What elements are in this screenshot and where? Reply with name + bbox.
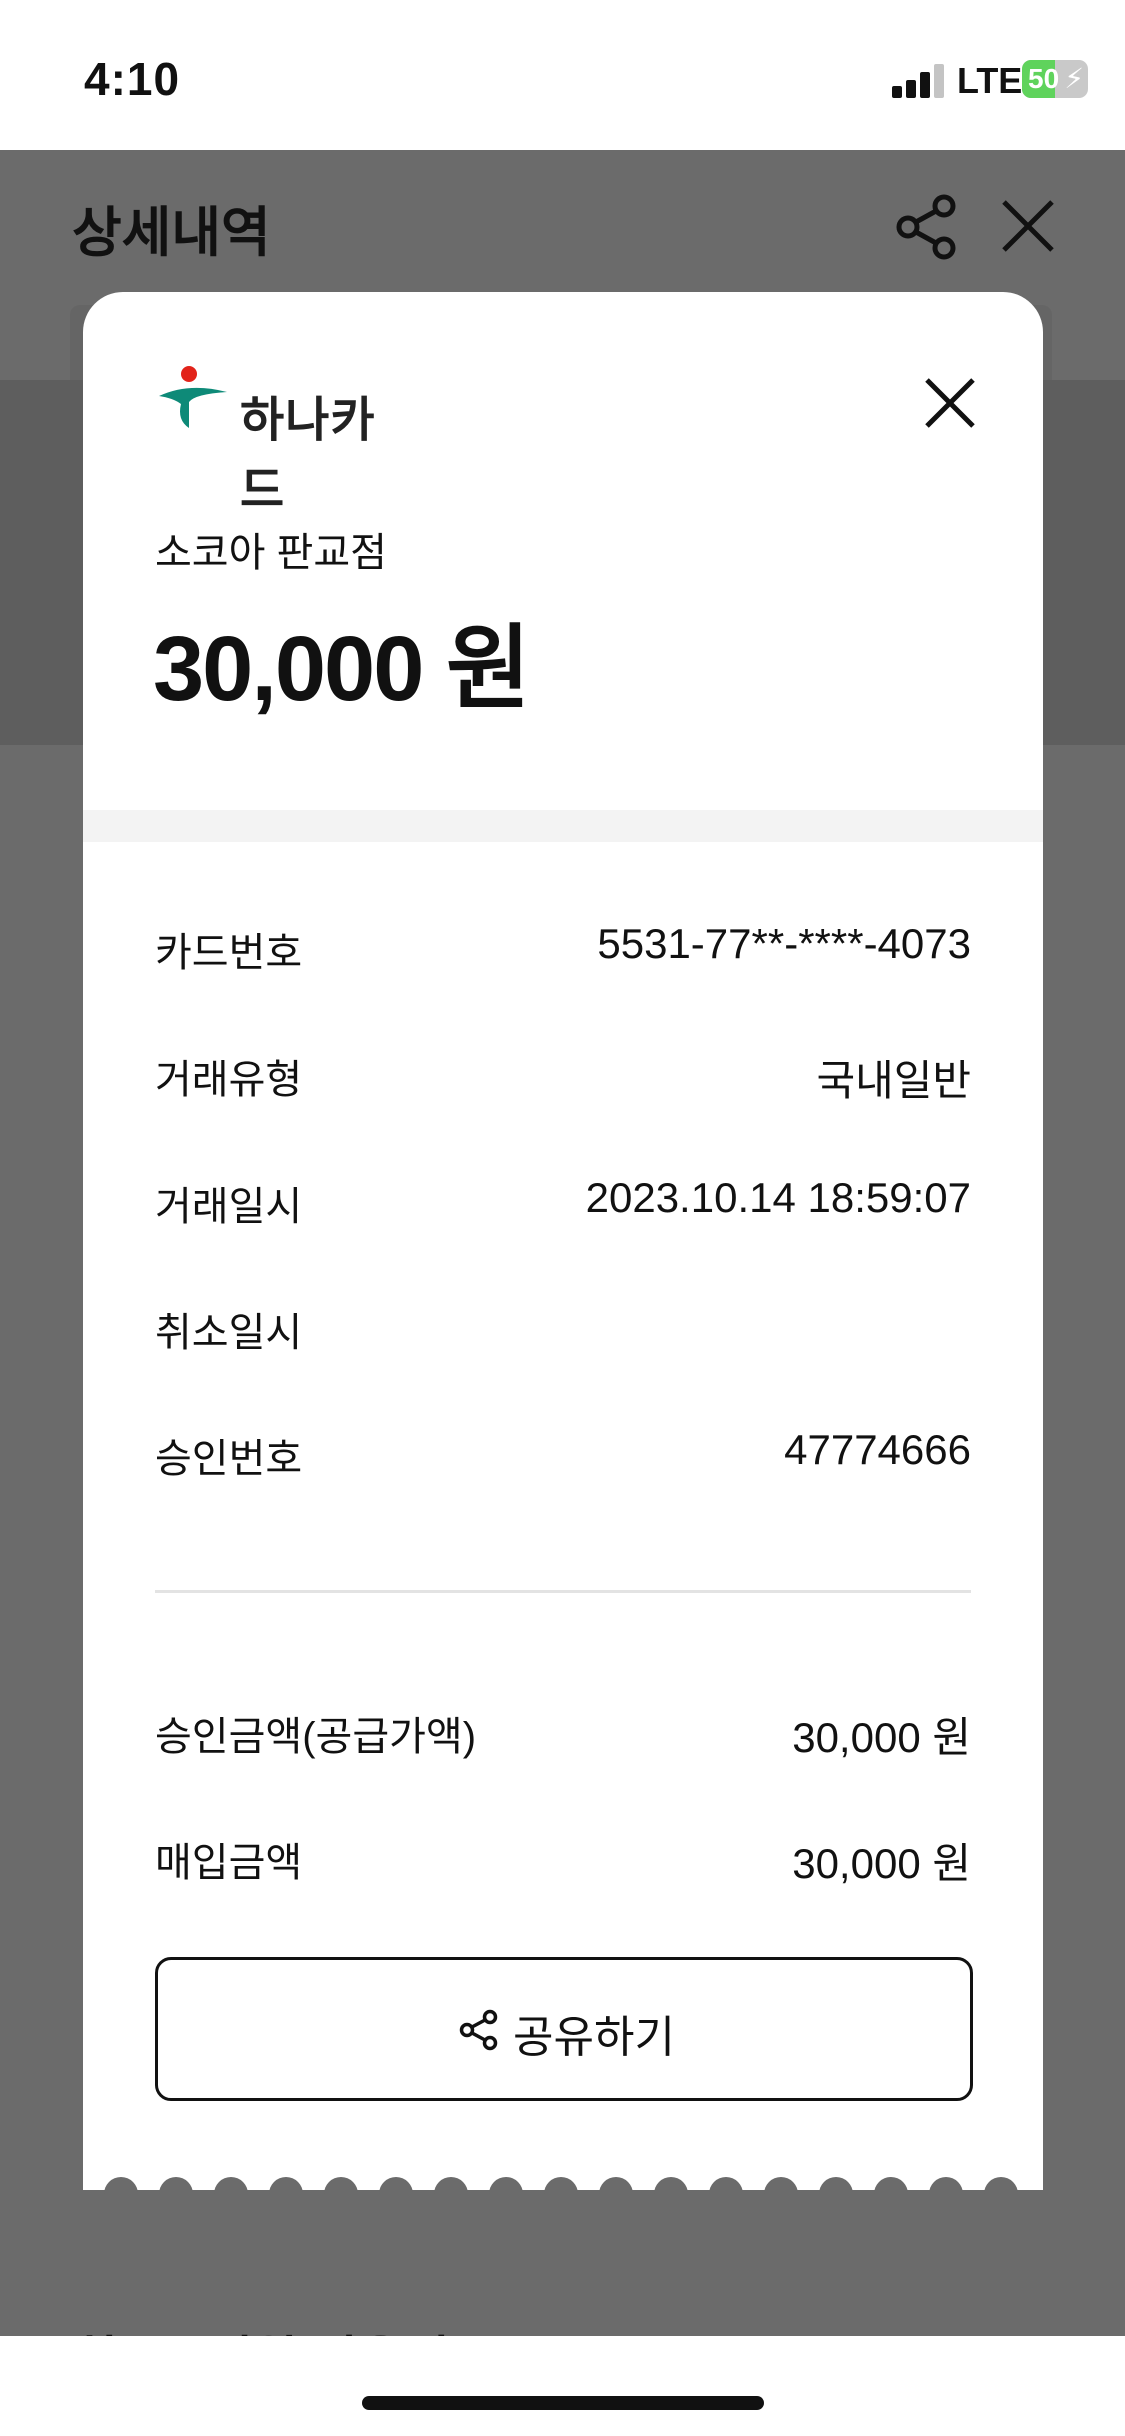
network-type: LTE: [957, 60, 1023, 101]
status-bar: 4:10 LTE 50 ⚡: [0, 0, 1125, 150]
torn-edge-notch: [654, 2177, 688, 2194]
detail-value: 국내일반: [816, 1057, 971, 1104]
torn-edge-notch: [984, 2177, 1018, 2194]
torn-edge-notch: [214, 2177, 248, 2194]
detail-value: 2023.10.14 18:59:07: [585, 1174, 971, 1221]
detail-label: 거래유형: [155, 1058, 303, 1102]
battery-icon: 50 ⚡: [1022, 60, 1088, 98]
amount-row-approved: 승인금액(공급가액) 30,000 원: [155, 1704, 971, 1764]
background-bottom-section: [0, 2183, 1125, 2336]
divider-line: [155, 1590, 971, 1593]
charging-bolt-icon: ⚡: [1064, 63, 1084, 94]
status-time: 4:10: [84, 53, 181, 105]
section-divider: [83, 810, 1043, 842]
detail-label: 카드번호: [155, 931, 303, 975]
detail-row-transaction-type: 거래유형 국내일반: [155, 1047, 971, 1107]
detail-value: 47774666: [784, 1426, 971, 1473]
torn-edge-notch: [929, 2177, 963, 2194]
amount-row-purchase: 매입금액 30,000 원: [155, 1830, 971, 1890]
home-indicator-area: [0, 2336, 1125, 2436]
torn-edge-notch: [269, 2177, 303, 2194]
merchant-name: 소코아 판교점: [155, 531, 387, 575]
detail-value: 5531-77**-****-4073: [597, 920, 971, 967]
detail-row-transaction-datetime: 거래일시 2023.10.14 18:59:07: [155, 1174, 971, 1234]
detail-label: 거래일시: [155, 1185, 303, 1229]
receipt-modal: 하나카드 소코아 판교점 30,000 원 카드번호 5531-77**-***…: [83, 292, 1043, 2194]
amount-value: 30,000 원: [792, 1840, 971, 1887]
torn-edge-notch: [489, 2177, 523, 2194]
torn-edge-notch: [599, 2177, 633, 2194]
close-icon[interactable]: [998, 196, 1058, 256]
receipt-close-icon[interactable]: [923, 376, 977, 430]
detail-label: 취소일시: [155, 1311, 303, 1355]
torn-edge-notch: [709, 2177, 743, 2194]
hana-logo-icon: [159, 366, 227, 428]
share-button-label: 공유하기: [513, 2013, 675, 2062]
torn-edge-notch: [764, 2177, 798, 2194]
share-icon[interactable]: [892, 192, 962, 262]
brand-name: 하나카드: [240, 394, 376, 517]
amount-label: 승인금액(공급가액): [155, 1715, 477, 1759]
share-icon: [459, 2009, 498, 2051]
detail-label: 승인번호: [155, 1437, 303, 1481]
torn-edge-notch: [544, 2177, 578, 2194]
share-button[interactable]: 공유하기: [155, 1957, 973, 2101]
receipt-torn-edge: [104, 2177, 1018, 2194]
torn-edge-notch: [434, 2177, 468, 2194]
torn-edge-notch: [379, 2177, 413, 2194]
home-indicator[interactable]: [362, 2396, 764, 2410]
torn-edge-notch: [159, 2177, 193, 2194]
torn-edge-notch: [104, 2177, 138, 2194]
amount-label: 매입금액: [155, 1841, 303, 1885]
torn-edge-notch: [874, 2177, 908, 2194]
amount-value: 30,000 원: [792, 1714, 971, 1761]
detail-row-cancel-datetime: 취소일시: [155, 1300, 971, 1360]
battery-percent: 50: [1028, 63, 1060, 94]
detail-row-card-number: 카드번호 5531-77**-****-4073: [155, 920, 971, 980]
detail-row-approval-number: 승인번호 47774666: [155, 1426, 971, 1486]
torn-edge-notch: [324, 2177, 358, 2194]
torn-edge-notch: [819, 2177, 853, 2194]
signal-icon: [892, 64, 946, 98]
hana-card-logo: 하나카드: [155, 362, 415, 517]
total-amount: 30,000 원: [153, 618, 531, 720]
page-title: 상세내역: [72, 203, 271, 263]
